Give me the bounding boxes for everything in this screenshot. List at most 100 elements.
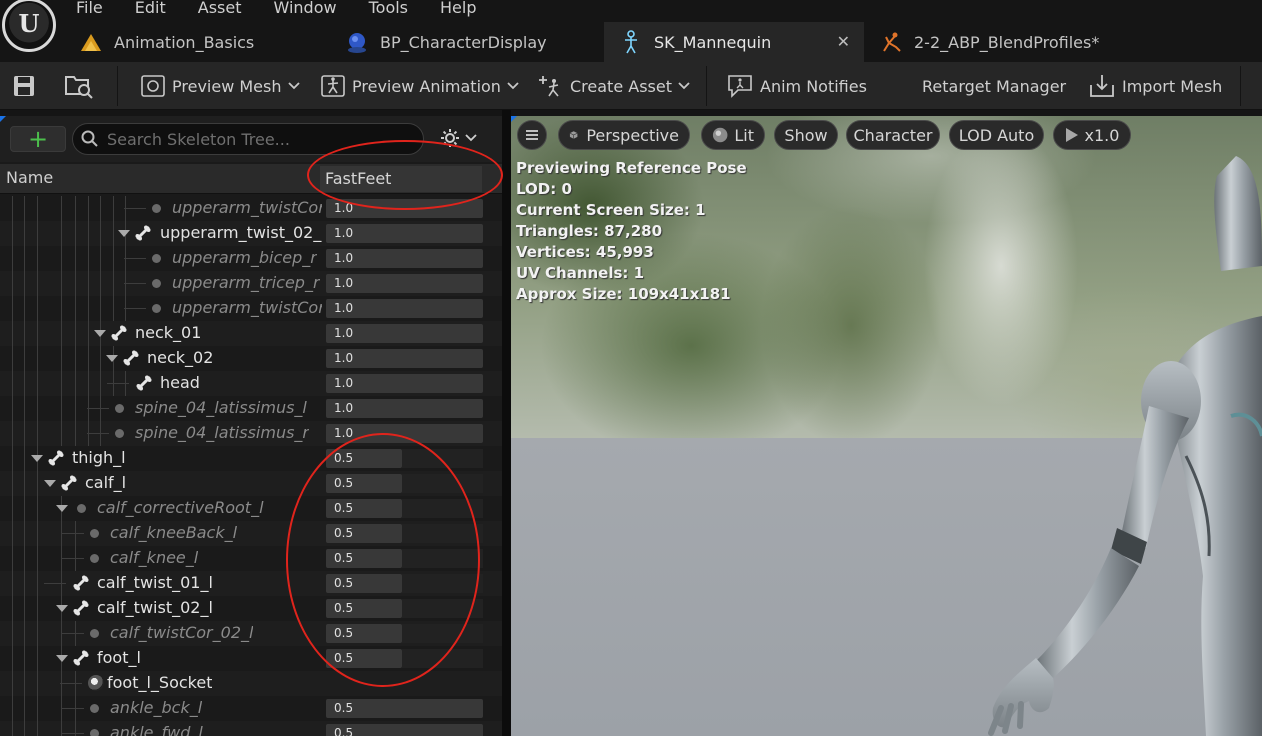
blend-scale-field[interactable]: 1.0 [326,349,483,368]
blend-scale-field[interactable]: 1.0 [326,374,483,393]
tree-row[interactable]: ankle_bck_l 0.5 [0,696,502,721]
tree-guide-line [24,671,25,696]
preview-viewport[interactable]: Perspective Lit Show Character LOD Auto … [511,116,1262,736]
preview-mesh-button[interactable]: Preview Mesh [140,62,306,110]
blend-scale-field[interactable]: 0.5 [326,474,402,493]
expand-arrow-icon[interactable] [31,455,43,462]
tree-guide-line [61,321,62,346]
expand-arrow-icon[interactable] [56,505,68,512]
tree-row[interactable]: neck_02 1.0 [0,346,502,371]
retarget-manager-button[interactable]: Retarget Manager [922,62,1066,110]
search-icon [81,130,98,147]
tree-row[interactable]: calf_twist_02_l 0.5 [0,596,502,621]
blend-scale-field[interactable]: 0.5 [326,649,402,668]
anim-notifies-button[interactable]: Anim Notifies [726,62,867,110]
add-button[interactable]: + [10,126,66,152]
expand-arrow-icon[interactable] [106,355,118,362]
tree-row[interactable]: upperarm_tricep_r 1.0 [0,271,502,296]
tree-row[interactable]: calf_knee_l 0.5 [0,546,502,571]
expand-arrow-icon[interactable] [44,480,56,487]
panel-corner-marker [0,116,6,122]
search-input[interactable] [107,128,417,150]
tree-row[interactable]: calf_l 0.5 [0,471,502,496]
tree-row[interactable]: thigh_l 0.5 [0,446,502,471]
panel-splitter[interactable] [502,110,511,736]
blend-scale-field[interactable]: 0.5 [326,449,402,468]
tab-label: SK_Mannequin [654,32,772,52]
skeleton-tree: upperarm_twistCor_ 1.0 upperarm_twist_02_r… [0,196,502,736]
show-button[interactable]: Show [774,120,838,150]
tree-row[interactable]: upperarm_twist_02_r 1.0 [0,221,502,246]
tree-guide-line [24,496,25,521]
blend-scale-field[interactable]: 0.5 [326,574,402,593]
tree-row[interactable]: calf_correctiveRoot_l 0.5 [0,496,502,521]
tree-row[interactable]: calf_twist_01_l 0.5 [0,571,502,596]
blend-scale-field[interactable]: 0.5 [326,724,483,736]
tree-row[interactable]: calf_twistCor_02_l 0.5 [0,621,502,646]
blend-scale-field[interactable]: 1.0 [326,199,483,218]
value-field-background [402,599,483,618]
expand-arrow-icon[interactable] [94,330,106,337]
tree-row[interactable]: neck_01 1.0 [0,321,502,346]
lod-button[interactable]: LOD Auto [949,120,1044,150]
close-icon[interactable]: ✕ [837,32,850,51]
tab-bp-characterdisplay[interactable]: BP_CharacterDisplay [330,22,604,62]
menu-edit[interactable]: Edit [135,0,166,19]
skeleton-icon [620,30,642,54]
tree-row[interactable]: ankle_fwd_l 0.5 [0,721,502,736]
menu-window[interactable]: Window [274,0,337,19]
tree-guide-line [37,246,38,271]
tree-row[interactable]: upperarm_bicep_r 1.0 [0,246,502,271]
column-name[interactable]: Name [6,168,53,187]
perspective-button[interactable]: Perspective [558,120,690,150]
tab-animation-basics[interactable]: Animation_Basics [64,22,330,62]
create-asset-button[interactable]: Create Asset [538,62,696,110]
character-button[interactable]: Character [846,120,940,150]
save-button[interactable] [12,62,42,110]
tree-row[interactable]: spine_04_latissimus_l 1.0 [0,396,502,421]
tree-row[interactable]: foot_l_Socket [0,671,502,696]
unreal-logo-icon[interactable]: U [2,0,56,52]
expand-arrow-icon[interactable] [118,230,130,237]
tree-row[interactable]: upperarm_twistCor_ 1.0 [0,196,502,221]
column-blend-profile[interactable]: FastFeet [320,166,482,192]
expand-arrow-icon[interactable] [56,655,68,662]
settings-dropdown[interactable] [440,128,477,148]
blend-scale-field[interactable]: 1.0 [326,299,483,318]
menu-file[interactable]: File [76,0,103,19]
blend-scale-field[interactable]: 0.5 [326,549,402,568]
tree-row[interactable]: spine_04_latissimus_r 1.0 [0,421,502,446]
blend-scale-field[interactable]: 1.0 [326,249,483,268]
expand-arrow-icon[interactable] [56,605,68,612]
blend-scale-field[interactable]: 1.0 [326,274,483,293]
tree-guide-line [24,421,25,446]
play-icon [1065,128,1078,142]
tree-row[interactable]: foot_l 0.5 [0,646,502,671]
tree-row[interactable]: head 1.0 [0,371,502,396]
playback-speed-button[interactable]: x1.0 [1053,120,1131,150]
blend-scale-field[interactable]: 0.5 [326,599,402,618]
create-asset-label: Create Asset [570,76,672,96]
blend-scale-field[interactable]: 1.0 [326,324,483,343]
tab-abp-blendprofiles[interactable]: 2-2_ABP_BlendProfiles* [864,22,1124,62]
tree-guide-line [24,646,25,671]
blend-scale-field[interactable]: 1.0 [326,224,483,243]
tab-sk-mannequin[interactable]: SK_Mannequin ✕ [604,22,864,62]
import-mesh-button[interactable]: Import Mesh [1088,62,1222,110]
tree-row[interactable]: calf_kneeBack_l 0.5 [0,521,502,546]
tree-row[interactable]: upperarm_twistCor_ 1.0 [0,296,502,321]
blend-scale-field[interactable]: 0.5 [326,524,402,543]
blend-scale-field[interactable]: 1.0 [326,399,483,418]
preview-animation-button[interactable]: Preview Animation [320,62,525,110]
menu-asset[interactable]: Asset [198,0,242,19]
browse-button[interactable] [64,62,100,110]
tree-guide-line [88,296,89,321]
lit-button[interactable]: Lit [701,120,765,150]
menu-tools[interactable]: Tools [369,0,408,19]
blend-scale-field[interactable]: 1.0 [326,424,483,443]
blend-scale-field[interactable]: 0.5 [326,699,483,718]
blend-scale-field[interactable]: 0.5 [326,624,402,643]
blend-scale-field[interactable]: 0.5 [326,499,402,518]
viewport-menu-button[interactable] [517,120,547,150]
menu-help[interactable]: Help [440,0,476,19]
